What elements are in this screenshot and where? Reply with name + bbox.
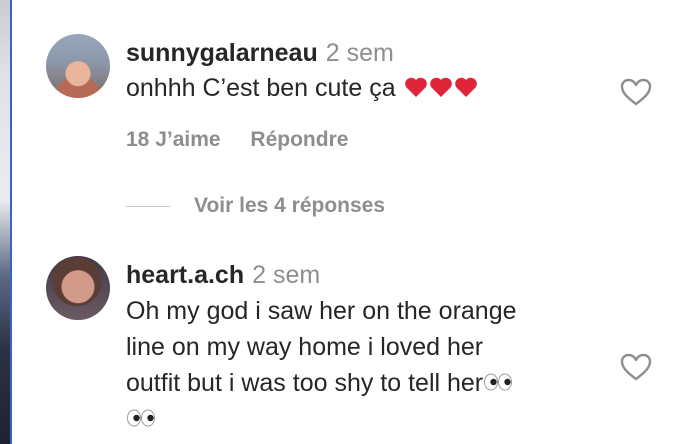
comment-header: sunnygalarneau 2 sem: [126, 38, 394, 68]
comment-text-line: Oh my god i saw her on the orange: [126, 297, 517, 325]
comment-text-content: onhhh C’est ben cute ça: [126, 74, 396, 102]
timestamp: 2 sem: [252, 261, 321, 289]
avatar[interactable]: [46, 34, 110, 98]
reply-button[interactable]: Répondre: [250, 128, 348, 151]
replies-divider: [126, 205, 170, 207]
comment-text-line: line on my way home i loved her: [126, 333, 484, 361]
comment-text: Oh my god i saw her on the orange line o…: [126, 293, 517, 437]
heart-outline-icon[interactable]: [619, 77, 653, 107]
eyes-emoji: [127, 409, 155, 427]
view-replies-label: Voir les 4 réponses: [194, 194, 386, 217]
username[interactable]: sunnygalarneau: [126, 39, 318, 67]
eyes-emoji: [484, 373, 513, 391]
comment-text-line-wrap: outfit but i was too shy to tell her: [126, 365, 517, 401]
username[interactable]: heart.a.ch: [126, 261, 244, 289]
selection-edge: [10, 0, 12, 444]
red-heart-emoji: [429, 77, 452, 97]
comment-text-line: outfit but i was too shy to tell her: [126, 369, 484, 397]
comment-actions: 18 J’aime Répondre: [126, 128, 348, 152]
view-replies-button[interactable]: Voir les 4 réponses: [126, 194, 385, 218]
background-video-edge: [0, 0, 12, 444]
comment-text: onhhh C’est ben cute ça: [126, 70, 478, 106]
red-heart-emoji: [404, 77, 427, 97]
comment-header: heart.a.ch 2 sem: [126, 260, 320, 290]
avatar[interactable]: [46, 256, 110, 320]
likes-count-button[interactable]: 18 J’aime: [126, 128, 221, 151]
red-heart-emoji: [454, 77, 477, 97]
heart-outline-icon[interactable]: [619, 352, 653, 382]
timestamp: 2 sem: [325, 39, 394, 67]
comment-text-line-wrap: [126, 401, 517, 437]
